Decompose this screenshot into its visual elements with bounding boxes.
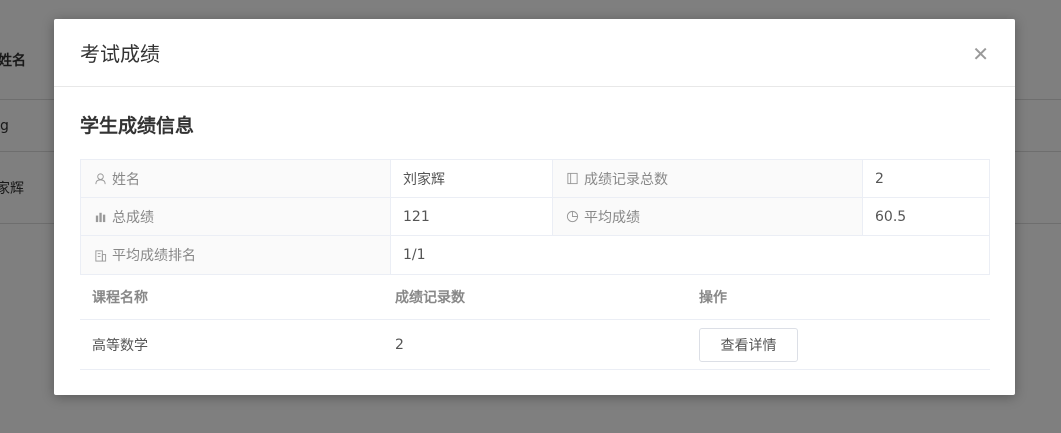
name-label-text: 姓名 [112,171,140,188]
bar-chart-icon [93,210,107,224]
name-value: 刘家辉 [391,160,553,197]
header-action: 操作 [699,290,727,306]
action-cell: 查看详情 [687,327,798,362]
table-row: 高等数学 2 查看详情 [80,320,990,370]
rank-label-text: 平均成绩排名 [112,248,196,264]
total-score-label-text: 总成绩 [112,209,154,226]
record-count-label: 成绩记录总数 [553,160,863,197]
rank-label: 平均成绩排名 [81,236,391,274]
total-score-label: 总成绩 [81,198,391,235]
average-score-label: 平均成绩 [553,198,863,235]
record-count-value: 2 [875,170,884,187]
name-label: 姓名 [81,160,391,197]
record-count-label-text: 成绩记录总数 [584,171,668,188]
exam-scores-dialog: 考试成绩 ✕ 学生成绩信息 姓名 刘家辉 成绩记录总数 2 总成绩 121 平均… [54,19,1015,395]
total-score-value: 121 [391,198,553,235]
header-record-count: 成绩记录数 [395,290,465,306]
building-icon [93,248,107,262]
dialog-header: 考试成绩 [54,19,1015,87]
pie-chart-icon [565,210,579,224]
dialog-title: 考试成绩 [80,42,160,66]
user-icon [93,172,107,186]
course-table: 课程名称 成绩记录数 操作 高等数学 2 查看详情 [80,275,990,370]
average-score-value: 60.5 [875,208,907,225]
average-score-label-text: 平均成绩 [584,209,640,226]
close-icon[interactable]: ✕ [972,44,989,64]
section-title: 学生成绩信息 [80,115,195,137]
table-header: 课程名称 成绩记录数 操作 [80,275,990,320]
header-course: 课程名称 [92,290,148,306]
notebook-icon [565,172,579,186]
view-details-button[interactable]: 查看详情 [699,327,798,362]
rank-value: 1/1 [403,247,426,263]
course-name: 高等数学 [92,337,148,354]
student-info-descriptions: 姓名 刘家辉 成绩记录总数 2 总成绩 121 平均成绩 60.5 平均成绩排名… [80,159,990,275]
record-count: 2 [395,336,404,353]
